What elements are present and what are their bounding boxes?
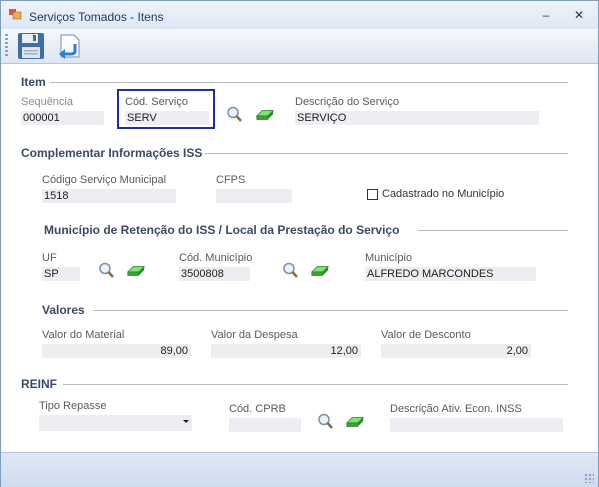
minimize-button[interactable]: – <box>538 8 554 22</box>
window-title: Serviços Tomados - Itens <box>29 10 164 24</box>
toolbar <box>1 29 598 64</box>
cod-cprb-label: Cód. CPRB <box>229 403 286 415</box>
cod-municipal-field[interactable]: 1518 <box>42 189 176 203</box>
eraser-icon[interactable] <box>345 414 365 430</box>
save-button[interactable] <box>17 32 45 60</box>
tipo-repasse-select[interactable] <box>39 415 192 431</box>
descricao-ativ-label: Descrição Ativ. Econ. INSS <box>390 403 522 415</box>
section-divider <box>205 153 568 154</box>
section-reinf-title: REINF <box>21 377 57 391</box>
close-button[interactable]: ✕ <box>571 8 587 22</box>
municipio-field[interactable]: ALFREDO MARCONDES <box>365 267 536 281</box>
form-content: Item Sequência 000001 Cód. Serviço SERV … <box>2 64 597 451</box>
section-item-title: Item <box>21 75 46 89</box>
section-iss-title: Complementar Informações ISS <box>21 146 203 160</box>
uf-label: UF <box>42 252 57 264</box>
search-icon[interactable] <box>281 262 301 278</box>
eraser-icon[interactable] <box>255 107 275 123</box>
eraser-icon[interactable] <box>126 263 146 279</box>
municipio-label: Município <box>365 252 413 264</box>
search-icon[interactable] <box>225 106 245 122</box>
cfps-label: CFPS <box>216 174 246 186</box>
descricao-ativ-field[interactable] <box>390 418 563 432</box>
section-valores-title: Valores <box>42 303 85 317</box>
valor-material-field[interactable]: 89,00 <box>42 344 191 358</box>
cfps-field[interactable] <box>216 189 292 203</box>
cadastrado-label: Cadastrado no Município <box>382 188 505 200</box>
descricao-servico-field[interactable]: SERVIÇO <box>295 111 539 125</box>
cadastrado-checkbox[interactable] <box>367 189 378 200</box>
chevron-down-icon <box>183 420 189 423</box>
tipo-repasse-label: Tipo Repasse <box>39 400 107 412</box>
window: Serviços Tomados - Itens – ✕ Item Sequên… <box>0 0 599 487</box>
search-icon[interactable] <box>316 413 336 429</box>
valor-desconto-label: Valor de Desconto <box>381 329 471 341</box>
section-divider <box>418 230 568 231</box>
cod-municipio-field[interactable]: 3500808 <box>179 267 250 281</box>
valor-desconto-field[interactable]: 2,00 <box>381 344 531 358</box>
section-divider <box>93 310 568 311</box>
sequencia-label: Sequência <box>21 96 73 108</box>
search-icon[interactable] <box>97 262 117 278</box>
section-municipio-title: Município de Retenção do ISS / Local da … <box>44 223 400 237</box>
resize-grip-icon[interactable] <box>584 473 594 483</box>
app-icon <box>9 9 22 20</box>
section-divider <box>50 82 568 83</box>
uf-field[interactable]: SP <box>42 267 80 281</box>
eraser-icon[interactable] <box>310 263 330 279</box>
status-bar <box>1 452 598 487</box>
toolbar-grip-icon <box>5 34 8 58</box>
cod-municipal-label: Código Serviço Municipal <box>42 174 167 186</box>
sequencia-field[interactable]: 000001 <box>21 111 104 125</box>
back-button[interactable] <box>55 32 83 60</box>
cod-cprb-field[interactable] <box>229 418 301 432</box>
valor-material-label: Valor do Material <box>42 329 125 341</box>
cod-municipio-label: Cód. Município <box>179 252 253 264</box>
title-bar: Serviços Tomados - Itens – ✕ <box>1 1 598 29</box>
focus-highlight <box>117 89 215 129</box>
valor-despesa-field[interactable]: 12,00 <box>211 344 361 358</box>
section-divider <box>63 384 568 385</box>
valor-despesa-label: Valor da Despesa <box>211 329 298 341</box>
descricao-servico-label: Descrição do Serviço <box>295 96 399 108</box>
